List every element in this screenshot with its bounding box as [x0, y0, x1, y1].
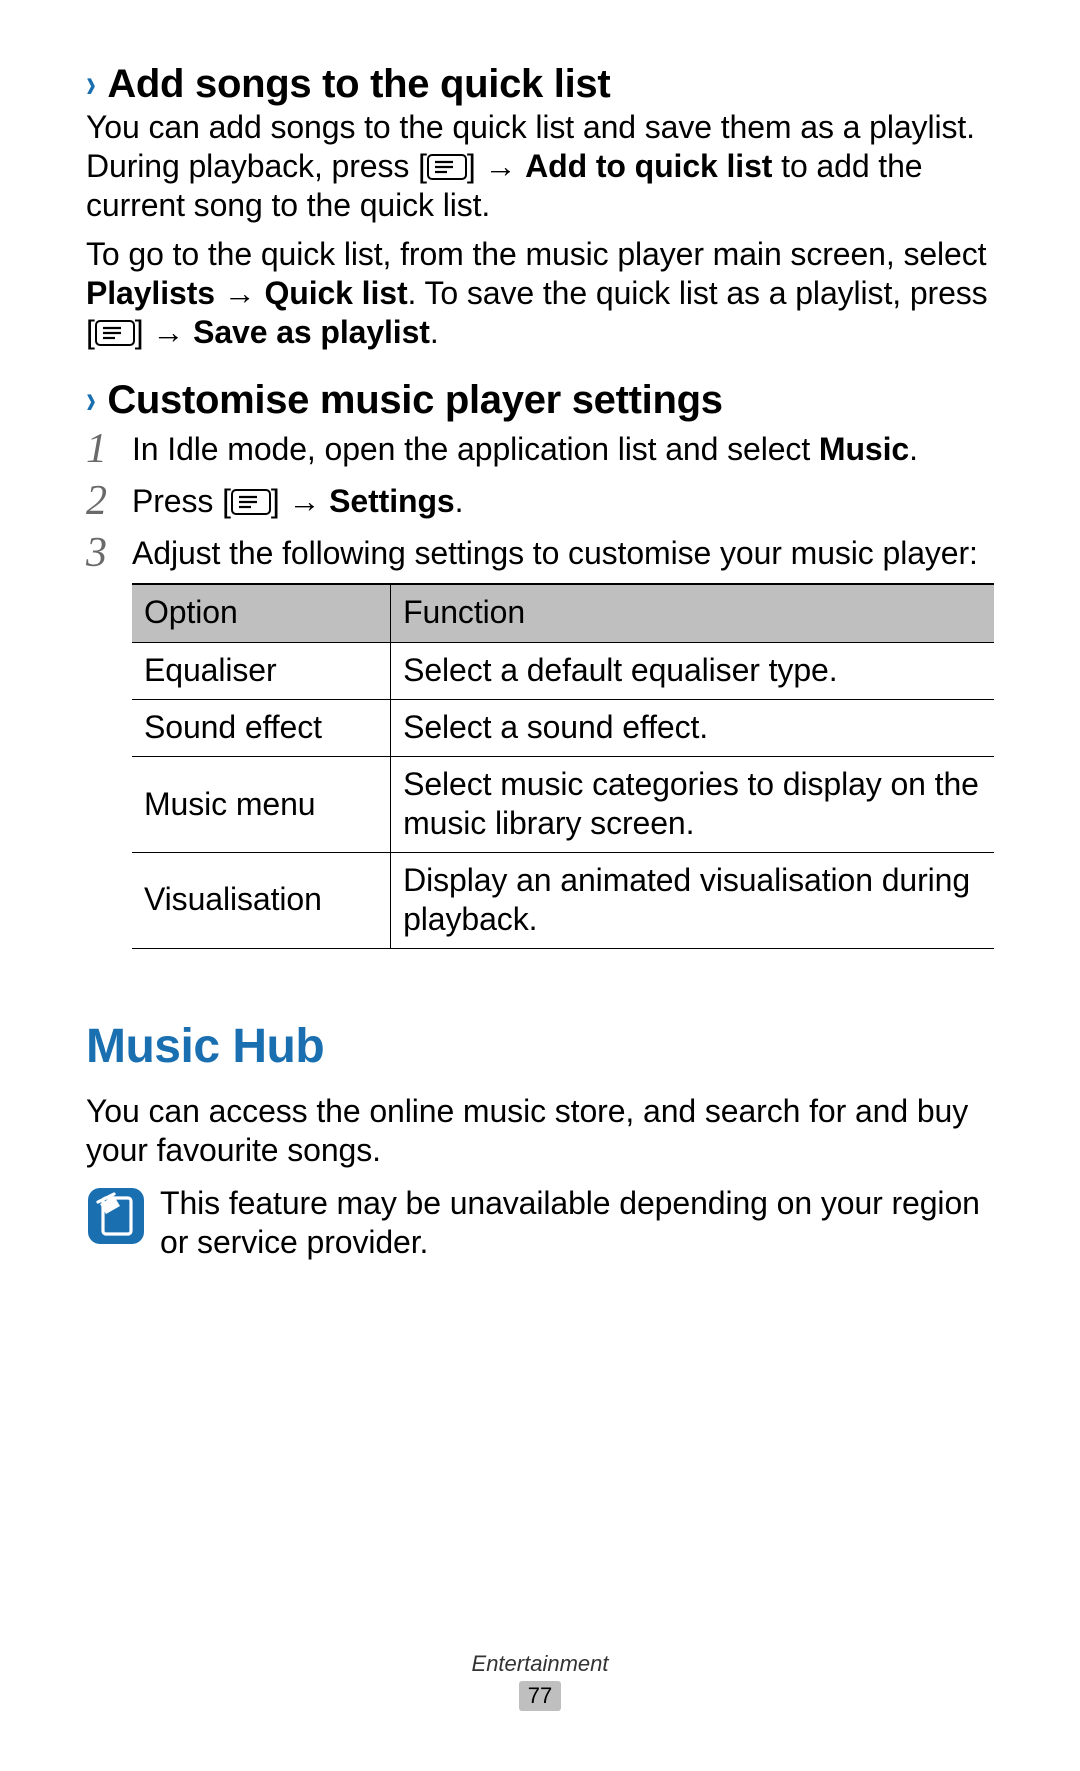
step-3: 3 Adjust the following settings to custo… — [86, 530, 994, 949]
page-footer: Entertainment 77 — [0, 1651, 1080, 1711]
section-title: Add songs to the quick list — [107, 62, 610, 106]
step-number: 1 — [86, 426, 132, 470]
text-bold: Add to quick list — [525, 148, 772, 184]
step-body: In Idle mode, open the application list … — [132, 426, 918, 469]
table-head-option: Option — [132, 584, 391, 642]
step-number: 3 — [86, 530, 132, 574]
text-bold: Quick list — [264, 275, 407, 311]
steps-list: 1 In Idle mode, open the application lis… — [86, 426, 994, 949]
table-cell-function: Select a default equaliser type. — [391, 642, 994, 699]
text: . — [909, 431, 918, 467]
section-title: Customise music player settings — [107, 378, 722, 422]
table-cell-function: Display an animated visualisation during… — [391, 853, 994, 949]
text: Press [ — [132, 483, 231, 519]
text-bold: Save as playlist — [193, 314, 430, 350]
text: ] → — [467, 148, 525, 184]
section-heading-customise: › Customise music player settings — [86, 378, 994, 422]
step-body: Press [ ] → Settings. — [132, 478, 463, 521]
table-row: Visualisation Display an animated visual… — [132, 853, 994, 949]
menu-icon — [95, 316, 135, 342]
text: . — [430, 314, 439, 350]
heading-music-hub: Music Hub — [86, 1019, 994, 1074]
table-cell-function: Select a sound effect. — [391, 700, 994, 757]
footer-page-number: 77 — [519, 1681, 561, 1711]
table-head-function: Function — [391, 584, 994, 642]
table-cell-option: Sound effect — [132, 700, 391, 757]
text: . — [455, 483, 464, 519]
chevron-icon: › — [86, 64, 96, 104]
note-icon — [86, 1186, 146, 1246]
menu-icon — [427, 150, 467, 176]
text: In Idle mode, open the application list … — [132, 431, 819, 467]
quicklist-paragraph-1: You can add songs to the quick list and … — [86, 108, 994, 225]
menu-icon — [231, 485, 271, 511]
text-bold: Music — [819, 431, 909, 467]
text: Adjust the following settings to customi… — [132, 535, 978, 571]
table-row: Sound effect Select a sound effect. — [132, 700, 994, 757]
text: → — [215, 275, 264, 311]
table-cell-option: Music menu — [132, 757, 391, 853]
note-block: This feature may be unavailable dependin… — [86, 1184, 994, 1262]
manual-page: › Add songs to the quick list You can ad… — [0, 0, 1080, 1262]
table-cell-option: Visualisation — [132, 853, 391, 949]
text: To go to the quick list, from the music … — [86, 236, 986, 272]
table-head-row: Option Function — [132, 584, 994, 642]
table-row: Equaliser Select a default equaliser typ… — [132, 642, 994, 699]
chevron-icon: › — [86, 380, 96, 420]
musichub-paragraph: You can access the online music store, a… — [86, 1092, 994, 1170]
table-cell-function: Select music categories to display on th… — [391, 757, 994, 853]
text-bold: Playlists — [86, 275, 215, 311]
section-heading-quicklist: › Add songs to the quick list — [86, 62, 994, 106]
table-row: Music menu Select music categories to di… — [132, 757, 994, 853]
step-body: Adjust the following settings to customi… — [132, 530, 994, 949]
quicklist-paragraph-2: To go to the quick list, from the music … — [86, 235, 994, 352]
text: ] → — [271, 483, 329, 519]
step-number: 2 — [86, 478, 132, 522]
footer-category: Entertainment — [0, 1651, 1080, 1677]
step-1: 1 In Idle mode, open the application lis… — [86, 426, 994, 470]
text-bold: Settings — [329, 483, 454, 519]
step-2: 2 Press [ ] → Settings. — [86, 478, 994, 522]
text: ] → — [135, 314, 193, 350]
settings-table: Option Function Equaliser Select a defau… — [132, 583, 994, 949]
table-cell-option: Equaliser — [132, 642, 391, 699]
note-text: This feature may be unavailable dependin… — [160, 1184, 994, 1262]
